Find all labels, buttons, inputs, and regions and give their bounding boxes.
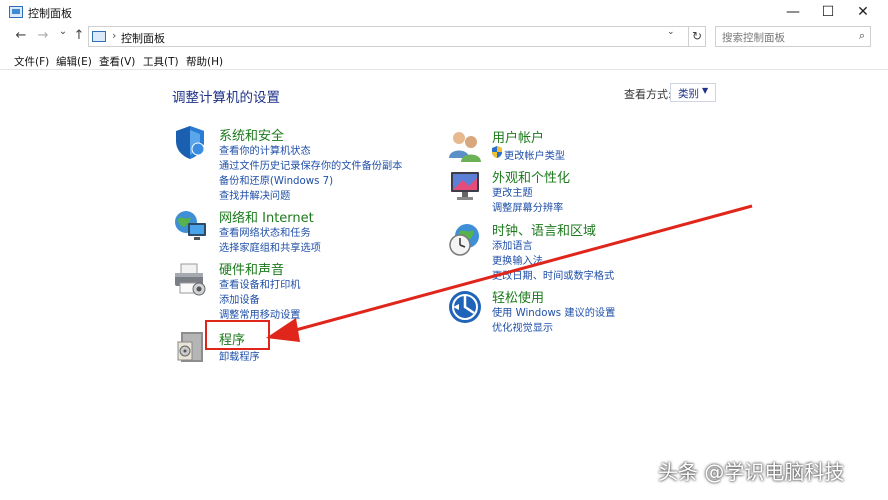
watermark: 头条 @学识电脑科技	[658, 460, 845, 484]
annotation-arrow	[266, 204, 753, 342]
control-panel-window: 控制面板 — ☐ ✕ ← → ⌄ ↑ › 控制面板 ⌄ ↻ 搜索控制面板 ⌕ 文…	[0, 0, 888, 500]
